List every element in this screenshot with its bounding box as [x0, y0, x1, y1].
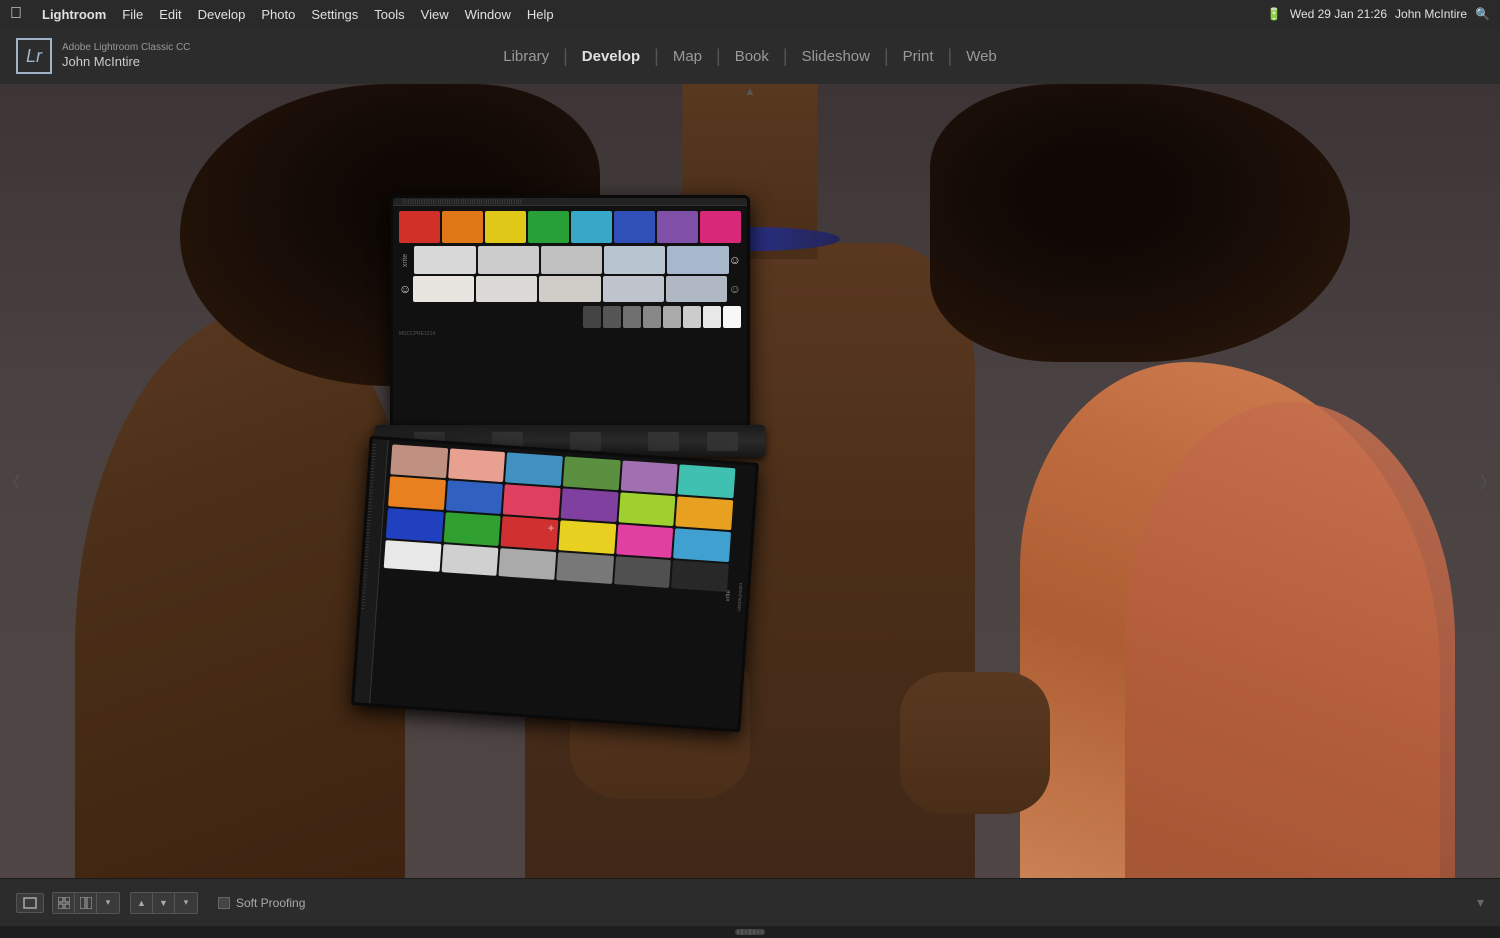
lr-user-name: John McIntire [62, 54, 190, 70]
filmstrip-bar [0, 926, 1500, 938]
zoom-down-button[interactable]: ▼ [153, 893, 175, 913]
menu-help[interactable]: Help [519, 0, 562, 28]
menu-window[interactable]: Window [457, 0, 519, 28]
system-time: Wed 29 Jan 21:26 [1290, 7, 1387, 21]
user-account[interactable]: John McIntire [1395, 7, 1467, 21]
bottom-toolbar: ▾ ▲ ▼ ▾ Soft Proofing ▾ [0, 878, 1500, 926]
zoom-up-button[interactable]: ▲ [131, 893, 153, 913]
nav-web[interactable]: Web [952, 48, 1011, 65]
menu-develop[interactable]: Develop [190, 0, 254, 28]
menu-photo[interactable]: Photo [253, 0, 303, 28]
main-photo-area: 〈 〉 [0, 84, 1500, 878]
menu-file[interactable]: File [114, 0, 151, 28]
toolbar-right: ▾ [1477, 894, 1484, 912]
top-panel-toggle[interactable]: ▲ [744, 84, 756, 98]
multi-view-button-group: ▾ [52, 892, 120, 914]
zoom-button-group: ▲ ▼ ▾ [130, 892, 198, 914]
nav-book[interactable]: Book [721, 48, 783, 65]
view-grid-button[interactable] [53, 893, 75, 913]
soft-proofing-area: Soft Proofing [218, 896, 305, 910]
battery-icon: 🔋 [1267, 7, 1282, 21]
menu-edit[interactable]: Edit [151, 0, 189, 28]
lr-app-info: Adobe Lightroom Classic CC John McIntire [62, 42, 190, 70]
view-compare-button[interactable] [75, 893, 97, 913]
menubar:  Lightroom File Edit Develop Photo Sett… [0, 0, 1500, 28]
toolbar-expand-chevron[interactable]: ▾ [1477, 894, 1484, 910]
menu-tools[interactable]: Tools [366, 0, 412, 28]
search-icon[interactable]: 🔍 [1475, 7, 1490, 21]
lr-logo-area: Lr Adobe Lightroom Classic CC John McInt… [16, 38, 196, 74]
nav-print[interactable]: Print [889, 48, 948, 65]
soft-proofing-label: Soft Proofing [236, 896, 305, 910]
soft-proofing-checkbox[interactable] [218, 897, 230, 909]
nav-develop[interactable]: Develop [568, 48, 654, 65]
left-panel-toggle[interactable]: 〈 [0, 465, 24, 497]
photo-container: ||||||||||||||||||||||||||||||||||||||||… [0, 84, 1500, 878]
single-view-button[interactable] [16, 893, 44, 913]
nav-slideshow[interactable]: Slideshow [788, 48, 884, 65]
filmstrip-handle[interactable] [735, 929, 765, 935]
view-dropdown[interactable]: ▾ [97, 893, 119, 913]
nav-library[interactable]: Library [489, 48, 563, 65]
nav-map[interactable]: Map [659, 48, 716, 65]
lr-app-full-name: Adobe Lightroom Classic CC [62, 42, 190, 54]
zoom-dropdown[interactable]: ▾ [175, 893, 197, 913]
lr-header: Lr Adobe Lightroom Classic CC John McInt… [0, 28, 1500, 84]
right-panel-toggle[interactable]: 〉 [1476, 465, 1500, 497]
apple-menu-icon[interactable]:  [10, 5, 22, 23]
app-menu-lightroom[interactable]: Lightroom [34, 0, 114, 28]
lr-logo-box: Lr [16, 38, 52, 74]
photo-image: ||||||||||||||||||||||||||||||||||||||||… [0, 84, 1500, 878]
lr-nav: Library | Develop | Map | Book | Slidesh… [489, 46, 1011, 67]
menu-view[interactable]: View [413, 0, 457, 28]
menu-settings[interactable]: Settings [303, 0, 366, 28]
lr-logo-text: Lr [26, 46, 42, 67]
